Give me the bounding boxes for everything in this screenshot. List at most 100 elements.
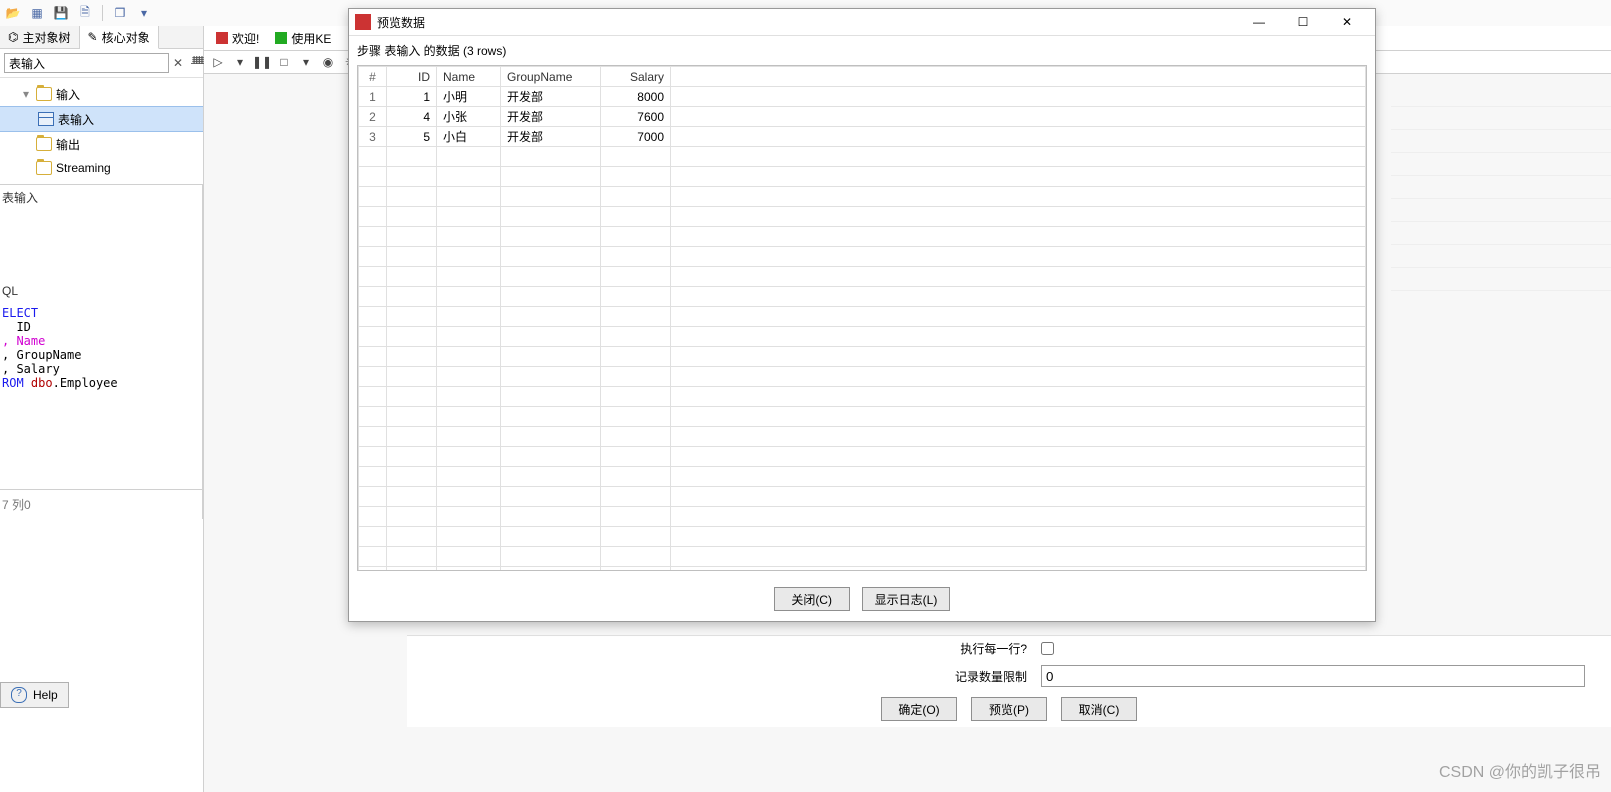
panel-step-label: 表输入 [0, 184, 203, 210]
table-row-empty [359, 407, 1366, 427]
tree-node-streaming[interactable]: Streaming [0, 156, 203, 180]
tree-node-input[interactable]: ▾ 输入 [0, 82, 203, 106]
ke-icon [275, 32, 287, 44]
save-icon[interactable]: 💾 [52, 4, 70, 22]
folder-icon [36, 161, 52, 175]
record-limit-input[interactable] [1041, 665, 1585, 687]
clear-search-icon[interactable]: ✕ [173, 54, 183, 72]
table-row-empty [359, 547, 1366, 567]
search-input[interactable] [4, 53, 169, 73]
tree-node-output[interactable]: 输出 [0, 132, 203, 156]
left-tabbar: ⌬ 主对象树 ✎ 核心对象 [0, 26, 203, 49]
preview-button[interactable]: 预览(P) [971, 697, 1047, 721]
table-row[interactable]: 11小明开发部8000 [359, 87, 1366, 107]
exec-each-row-label: 执行每一行? [407, 640, 1033, 657]
table-row[interactable]: 35小白开发部7000 [359, 127, 1366, 147]
tree-icon: ⌬ [8, 30, 18, 44]
table-header-row: # ID Name GroupName Salary [359, 67, 1366, 87]
col-hash[interactable]: # [359, 67, 387, 87]
table-input-dialog-buttons: 确定(O) 预览(P) 取消(C) [407, 691, 1611, 727]
sql-fragment: ELECT ID , Name , GroupName , Salary ROM… [0, 302, 203, 394]
pause-icon[interactable]: ❚❚ [254, 54, 270, 70]
cell-groupname: 开发部 [501, 87, 601, 107]
cell-salary: 7600 [601, 107, 671, 127]
table-row-empty [359, 247, 1366, 267]
save-as-icon[interactable]: 🗎 [76, 4, 94, 22]
help-icon: ? [11, 687, 27, 703]
table-input-dialog-fragment: 执行每一行? 记录数量限制 确定(O) 预览(P) 取消(C) [407, 635, 1611, 727]
cell-groupname: 开发部 [501, 127, 601, 147]
help-button[interactable]: ? Help [0, 682, 69, 708]
dropdown-icon[interactable]: ▾ [135, 4, 153, 22]
cell-id: 1 [387, 87, 437, 107]
layers-icon[interactable]: ❒ [111, 4, 129, 22]
designer-tab-welcome[interactable]: 欢迎! [208, 29, 267, 47]
app-icon [216, 32, 228, 44]
stop-icon[interactable]: □ [276, 54, 292, 70]
play-menu-icon[interactable]: ▾ [232, 54, 248, 70]
col-salary[interactable]: Salary [601, 67, 671, 87]
search-row: ✕ ᚙ ☷ [0, 49, 203, 78]
folder-icon [36, 87, 52, 101]
tab-core-objects[interactable]: ✎ 核心对象 [80, 26, 159, 49]
tree-label: Streaming [56, 161, 111, 175]
cell-rownum: 1 [359, 87, 387, 107]
cell-name: 小张 [437, 107, 501, 127]
collapse-icon[interactable]: ▾ [20, 87, 32, 101]
window-controls: — ☐ ✕ [1237, 10, 1369, 34]
object-tree: ▾ 输入 表输入 输出 Streaming [0, 78, 203, 184]
cell-salary: 8000 [601, 87, 671, 107]
cell-id: 4 [387, 107, 437, 127]
record-limit-label: 记录数量限制 [407, 668, 1033, 685]
table-row[interactable]: 24小张开发部7600 [359, 107, 1366, 127]
table-row-empty [359, 207, 1366, 227]
expand-all-icon[interactable]: ᚙ [191, 54, 205, 72]
minimize-button[interactable]: — [1237, 10, 1281, 34]
table-row-empty [359, 227, 1366, 247]
app-icon [355, 14, 371, 30]
ok-button[interactable]: 确定(O) [881, 697, 957, 721]
play-icon[interactable]: ▷ [210, 54, 226, 70]
dialog-titlebar[interactable]: 预览数据 — ☐ ✕ [349, 9, 1375, 36]
col-groupname[interactable]: GroupName [501, 67, 601, 87]
help-label: Help [33, 688, 58, 702]
stop-menu-icon[interactable]: ▾ [298, 54, 314, 70]
table-row-empty [359, 427, 1366, 447]
new-icon[interactable]: ▦ [28, 4, 46, 22]
cell-rownum: 2 [359, 107, 387, 127]
open-icon[interactable]: 📂 [4, 4, 22, 22]
table-row-empty [359, 267, 1366, 287]
sql-heading: QL [0, 280, 203, 302]
table-row-empty [359, 167, 1366, 187]
tab-label: 核心对象 [102, 29, 150, 46]
tab-label: 使用KE [291, 30, 331, 47]
tree-label: 输出 [56, 136, 80, 153]
exec-each-row-checkbox[interactable] [1041, 642, 1054, 655]
table-row-empty [359, 367, 1366, 387]
cancel-button[interactable]: 取消(C) [1061, 697, 1137, 721]
preview-dialog-buttons: 关闭(C) 显示日志(L) [349, 579, 1375, 621]
tree-node-table-input[interactable]: 表输入 [0, 106, 203, 132]
designer-tab-ke[interactable]: 使用KE [267, 29, 339, 47]
table-row-empty [359, 287, 1366, 307]
table-row-empty [359, 447, 1366, 467]
cell-id: 5 [387, 127, 437, 147]
col-id[interactable]: ID [387, 67, 437, 87]
col-name[interactable]: Name [437, 67, 501, 87]
cell-rownum: 3 [359, 127, 387, 147]
table-input-icon [38, 112, 54, 126]
maximize-button[interactable]: ☐ [1281, 10, 1325, 34]
tab-label: 主对象树 [22, 29, 70, 46]
tab-main-tree[interactable]: ⌬ 主对象树 [0, 26, 80, 48]
preview-grid[interactable]: # ID Name GroupName Salary 11小明开发部800024… [357, 65, 1367, 571]
close-dialog-button[interactable]: 关闭(C) [774, 587, 850, 611]
pencil-icon: ✎ [88, 30, 98, 44]
table-row-empty [359, 387, 1366, 407]
dialog-subtitle: 步骤 表输入 的数据 (3 rows) [349, 36, 1375, 65]
close-button[interactable]: ✕ [1325, 10, 1369, 34]
preview-icon[interactable]: ◉ [320, 54, 336, 70]
behind-panel-gap2 [0, 394, 203, 489]
show-log-button[interactable]: 显示日志(L) [862, 587, 951, 611]
tree-label: 表输入 [58, 111, 94, 128]
decorative-lines [1391, 84, 1611, 304]
